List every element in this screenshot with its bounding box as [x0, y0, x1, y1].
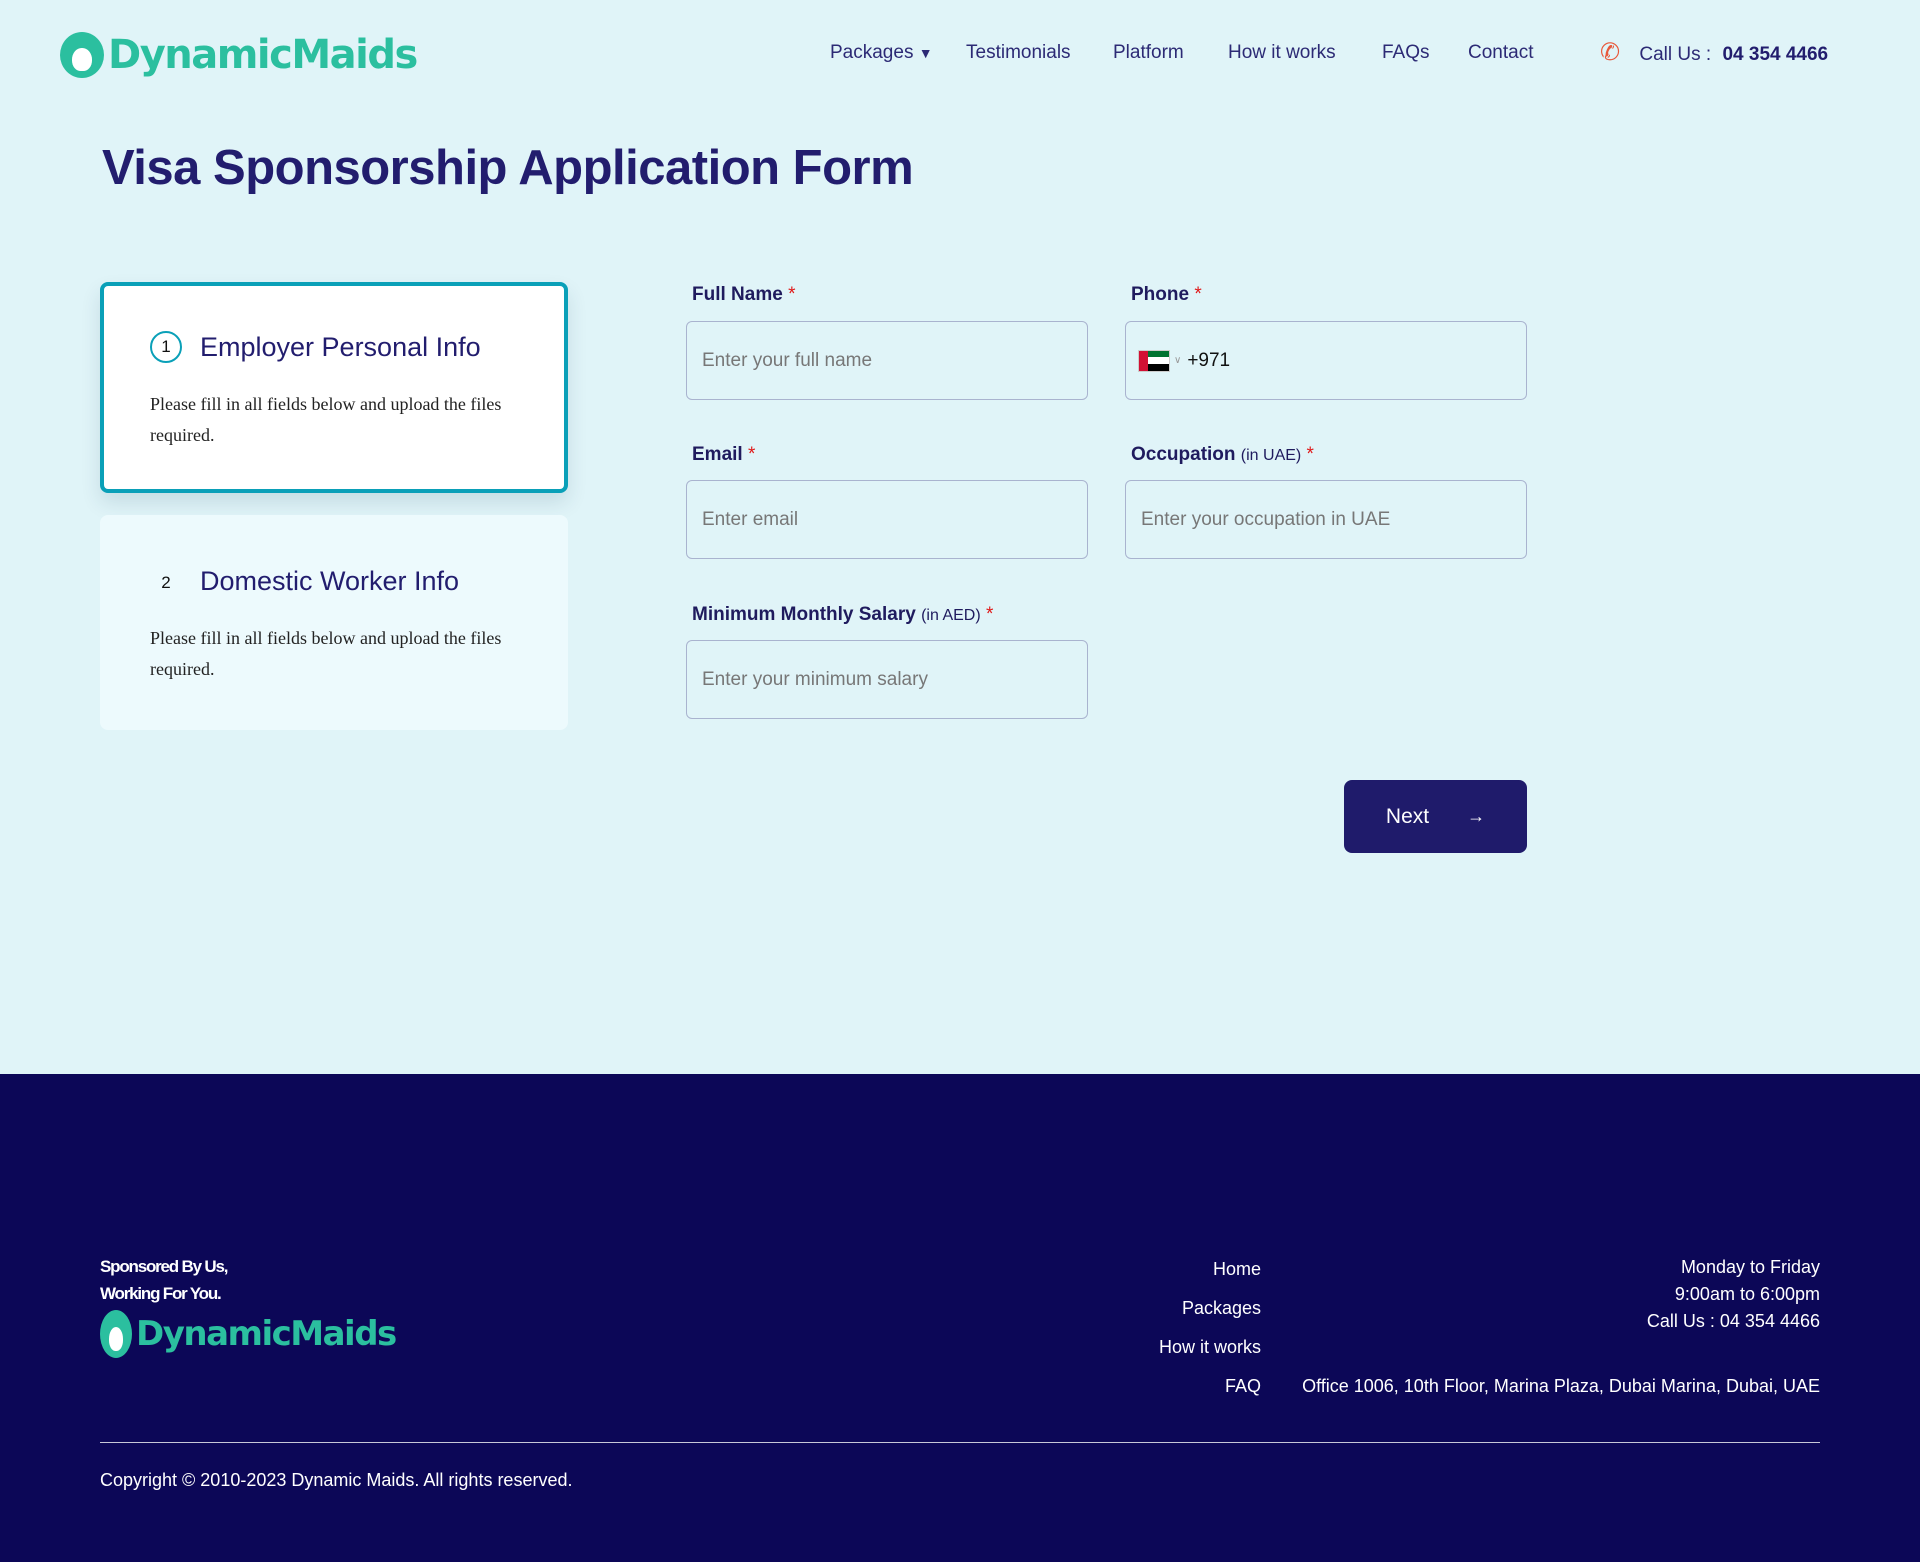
footer-link-faq[interactable]: FAQ	[1225, 1376, 1261, 1397]
step-number: 1	[150, 331, 182, 363]
logo[interactable]: DynamicMaids	[60, 30, 418, 80]
next-button[interactable]: Next →	[1344, 780, 1527, 853]
step-title: Domestic Worker Info	[200, 566, 460, 596]
footer-link-how-it-works[interactable]: How it works	[1159, 1337, 1261, 1358]
nav-testimonials[interactable]: Testimonials	[966, 42, 1071, 64]
copyright: Copyright © 2010-2023 Dynamic Maids. All…	[100, 1470, 573, 1490]
nav-faqs[interactable]: FAQs	[1382, 42, 1430, 64]
step-description: Please fill in all fields below and uplo…	[150, 628, 502, 679]
chevron-down-icon[interactable]: ∨	[1174, 355, 1181, 366]
phone-icon: ✆	[1600, 39, 1621, 66]
phone-input[interactable]: ∨ +971	[1125, 321, 1527, 400]
nav-packages[interactable]: Packages ▼	[830, 42, 933, 64]
nav-contact[interactable]: Contact	[1468, 42, 1533, 64]
arrow-right-icon: →	[1467, 806, 1486, 826]
email-label: Email *	[692, 444, 756, 465]
footer-link-packages[interactable]: Packages	[1182, 1298, 1261, 1319]
phone-code: +971	[1187, 349, 1231, 371]
occupation-input[interactable]	[1125, 480, 1527, 559]
nav-platform[interactable]: Platform	[1113, 42, 1184, 64]
step-employer-info[interactable]: 1 Employer Personal Info Please fill in …	[100, 282, 568, 493]
step-title: Employer Personal Info	[200, 332, 481, 362]
step-description: Please fill in all fields below and uplo…	[150, 394, 502, 445]
footer-tagline: Sponsored By Us,	[100, 1257, 228, 1276]
full-name-input[interactable]	[686, 321, 1088, 400]
uae-flag-icon[interactable]	[1138, 349, 1170, 372]
logo-mark-icon	[60, 32, 104, 78]
occupation-label: Occupation (in UAE) *	[1131, 444, 1314, 465]
step-number: 2	[161, 573, 171, 592]
nav-how-it-works[interactable]: How it works	[1228, 42, 1336, 64]
logo-mark-icon	[100, 1310, 132, 1358]
salary-label: Minimum Monthly Salary (in AED) *	[692, 604, 994, 625]
footer-divider	[100, 1442, 1820, 1443]
footer-tagline: Working For You.	[100, 1284, 222, 1303]
email-input[interactable]	[686, 480, 1088, 559]
call-us[interactable]: ✆ Call Us : 04 354 4466	[1600, 38, 1828, 67]
footer-logo[interactable]: DynamicMaids	[100, 1310, 397, 1358]
footer-link-home[interactable]: Home	[1213, 1259, 1261, 1280]
chevron-down-icon: ▼	[918, 45, 933, 61]
full-name-label: Full Name *	[692, 284, 796, 305]
phone-label: Phone *	[1131, 284, 1202, 305]
page-title: Visa Sponsorship Application Form	[102, 141, 914, 195]
footer: Sponsored By Us, Working For You. Dynami…	[0, 1074, 1920, 1562]
salary-input[interactable]	[686, 640, 1088, 719]
footer-hours-time: 9:00am to 6:00pm	[1674, 1284, 1820, 1304]
footer-address: Office 1006, 10th Floor, Marina Plaza, D…	[1302, 1376, 1820, 1396]
footer-hours-days: Monday to Friday	[1680, 1257, 1820, 1277]
footer-call[interactable]: Call Us : 04 354 4466	[1647, 1311, 1820, 1332]
step-domestic-worker-info[interactable]: 2 Domestic Worker Info Please fill in al…	[100, 515, 568, 730]
